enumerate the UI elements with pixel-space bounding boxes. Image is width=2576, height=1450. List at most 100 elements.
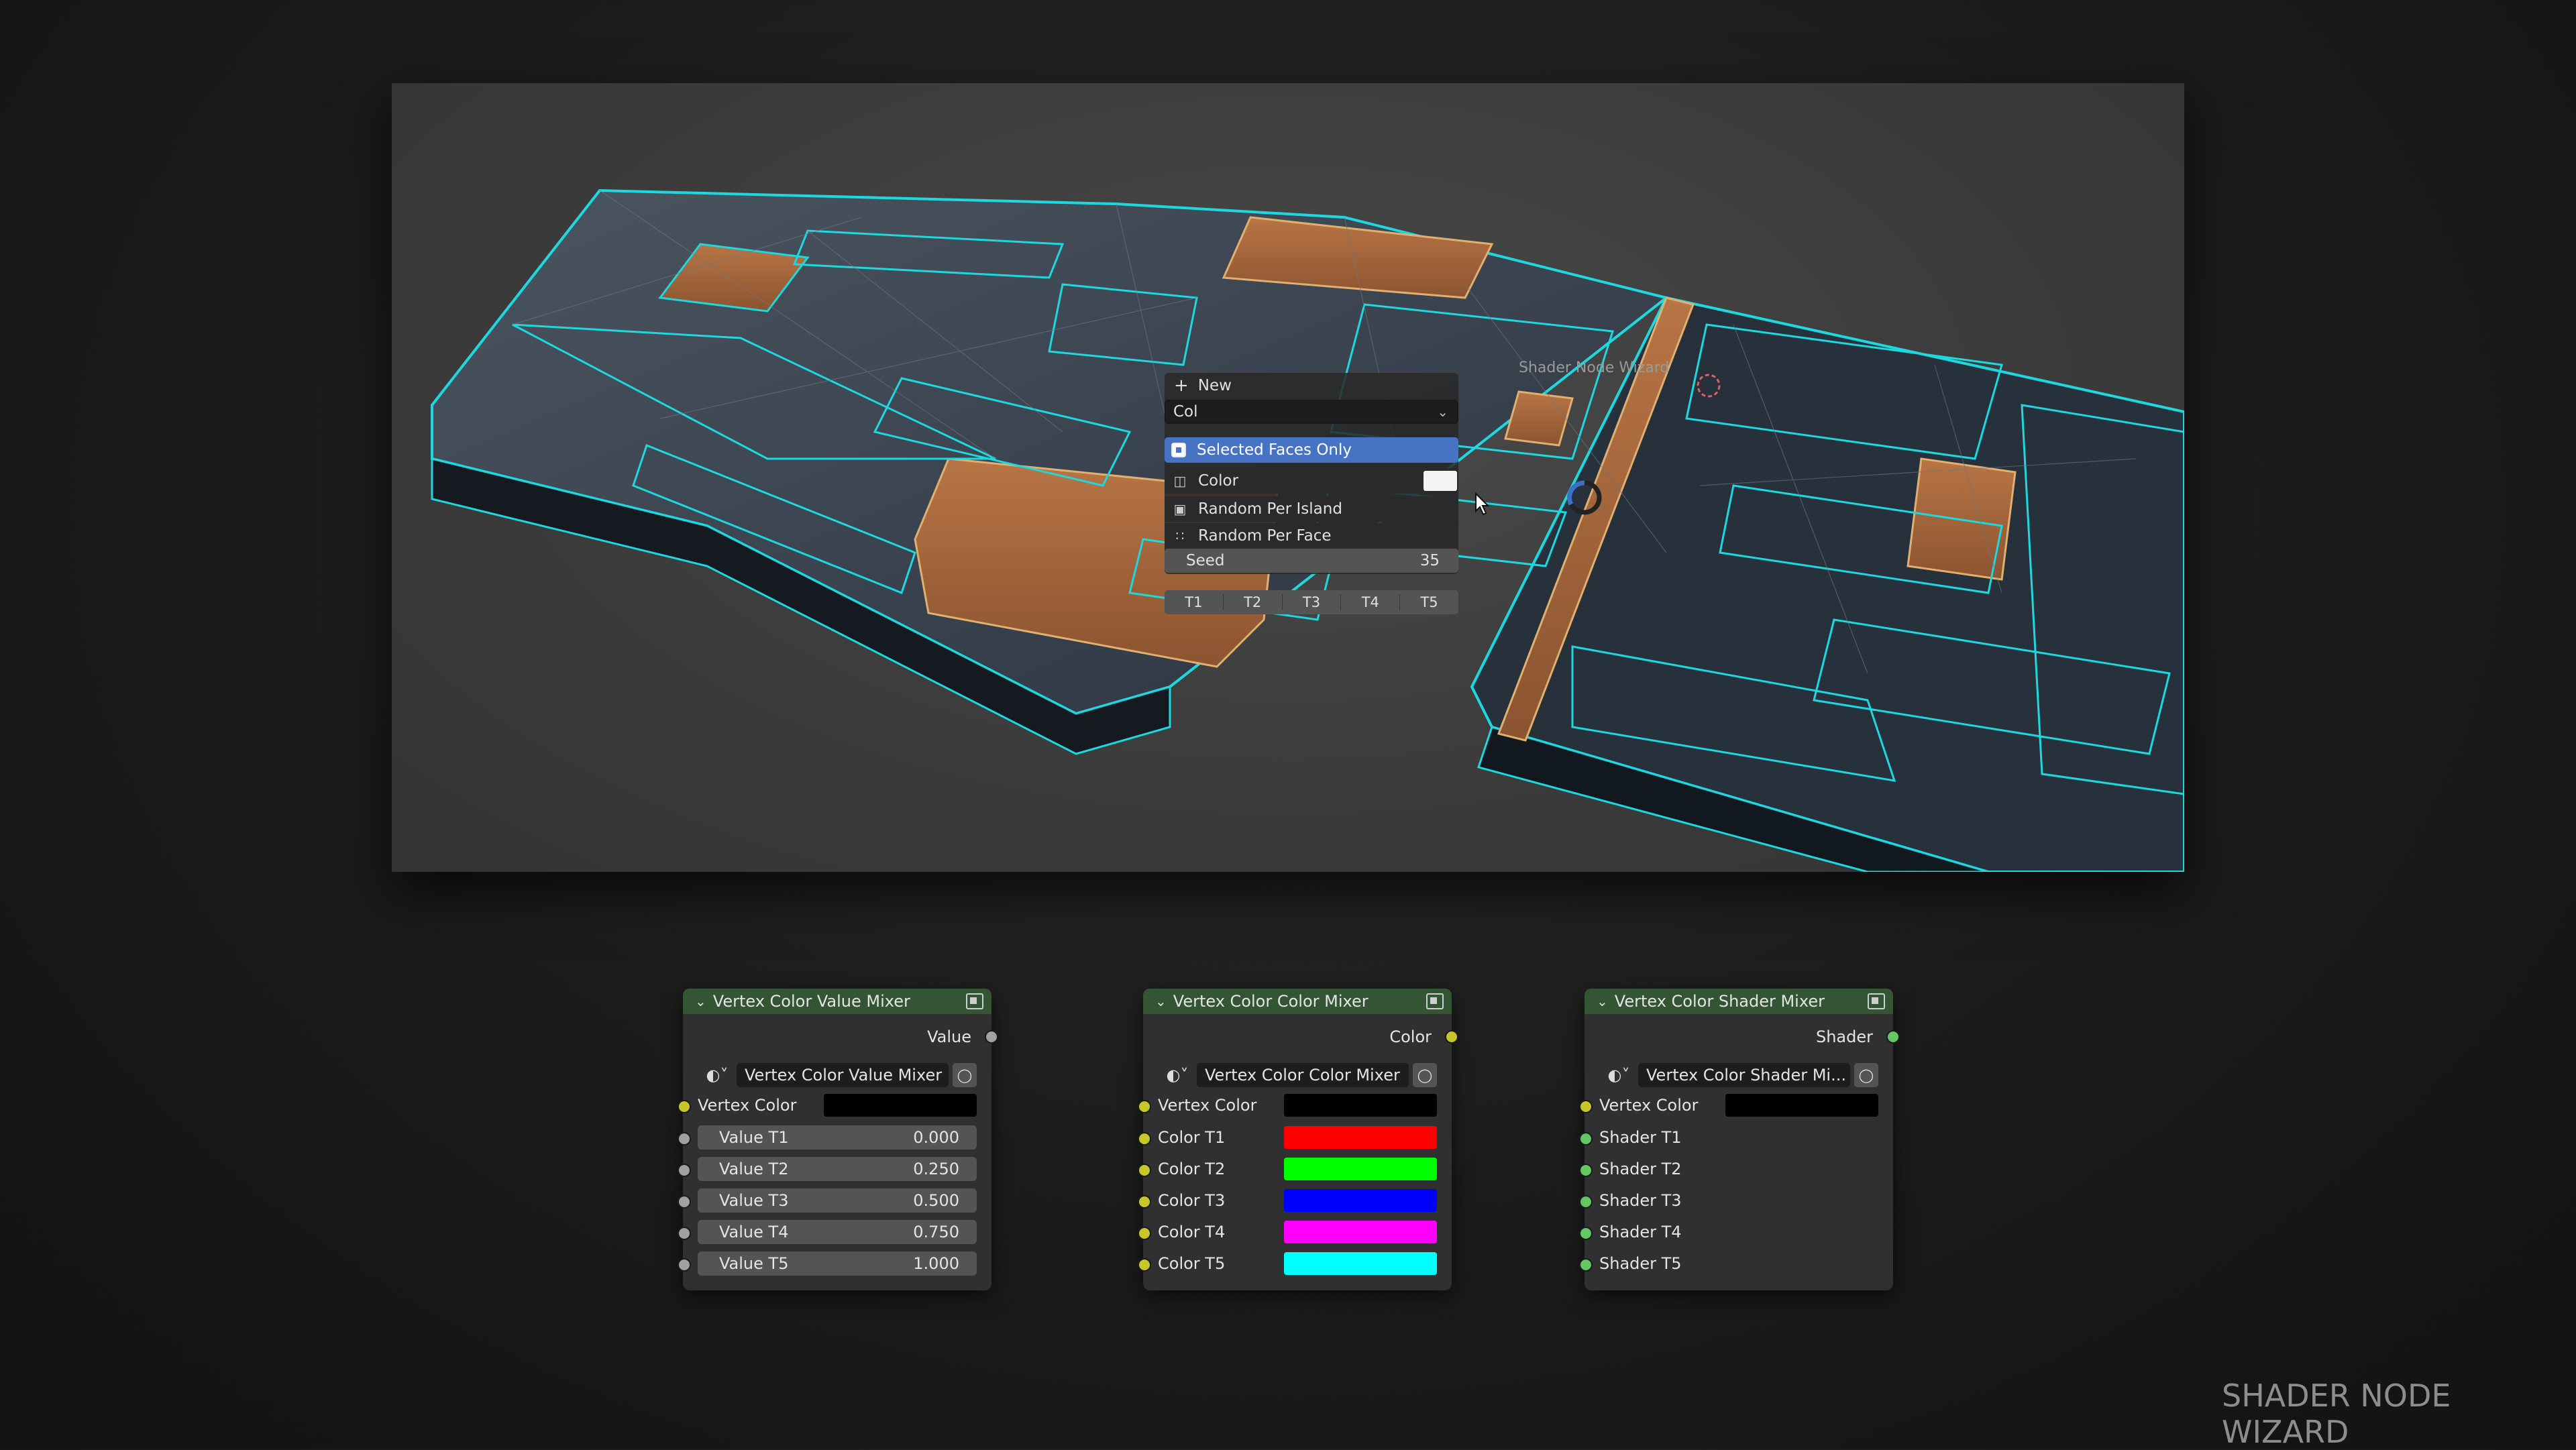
input-socket[interactable] [678, 1195, 691, 1209]
node-header[interactable]: ⌄ Vertex Color Value Mixer [683, 989, 991, 1014]
color-t2-swatch[interactable] [1284, 1158, 1437, 1180]
field-label: Value T3 [719, 1191, 789, 1210]
input-socket[interactable] [1579, 1258, 1593, 1272]
node-group-icon[interactable] [1426, 993, 1444, 1009]
attribute-select[interactable]: Col ⌄ [1165, 400, 1458, 424]
vertex-color-socket[interactable] [1579, 1100, 1593, 1113]
value-mixer-node[interactable]: ⌄ Vertex Color Value Mixer Value ◐˅ Vert… [678, 989, 998, 1290]
input-socket[interactable] [1138, 1227, 1151, 1240]
attribute-value: Col [1173, 403, 1198, 421]
tab-t3[interactable]: T3 [1283, 594, 1342, 610]
vertex-color-swatch[interactable] [824, 1094, 977, 1117]
input-label: Color T4 [1158, 1223, 1226, 1241]
output-socket[interactable] [1886, 1030, 1900, 1044]
3d-viewport[interactable]: Shader Node Wizard + New Col ⌄ Selected … [392, 83, 2184, 872]
3d-cursor-icon [1697, 374, 1721, 398]
random-island-label: Random Per Island [1198, 500, 1342, 518]
input-socket[interactable] [1579, 1227, 1593, 1240]
shader-t4-label: Shader T4 [1599, 1223, 1682, 1241]
color-swatch[interactable] [1424, 471, 1457, 491]
new-button[interactable]: + New [1165, 373, 1458, 398]
field-value: 0.000 [913, 1128, 959, 1147]
vertex-color-swatch[interactable] [1284, 1094, 1437, 1117]
node-group-selector: ◐˅ Vertex Color Value Mixer ◯ [698, 1062, 977, 1088]
vertex-color-label: Vertex Color [698, 1096, 797, 1115]
color-t2-input: Color T2 [1158, 1157, 1437, 1181]
tab-t2[interactable]: T2 [1224, 594, 1283, 610]
fake-user-shield-icon[interactable]: ◯ [1413, 1063, 1437, 1087]
collapse-chevron-icon[interactable]: ⌄ [1597, 993, 1608, 1009]
value-t2-field[interactable]: Value T2 0.250 [698, 1157, 977, 1181]
color-option[interactable]: ◫ Color [1165, 468, 1458, 494]
random-per-island-option[interactable]: ▣ Random Per Island [1165, 496, 1458, 522]
shader-t1-label: Shader T1 [1599, 1128, 1682, 1147]
group-name-field[interactable]: Vertex Color Color Mixer [1197, 1063, 1409, 1087]
value-t1-field[interactable]: Value T1 0.000 [698, 1125, 977, 1150]
input-socket[interactable] [1138, 1258, 1151, 1272]
target-tabs: T1 T2 T3 T4 T5 [1165, 590, 1458, 614]
input-socket[interactable] [1138, 1132, 1151, 1146]
shader-t2-label: Shader T2 [1599, 1160, 1682, 1178]
value-t4-field[interactable]: Value T4 0.750 [698, 1220, 977, 1244]
input-socket[interactable] [678, 1132, 691, 1146]
selected-faces-only-checkbox[interactable]: Selected Faces Only [1165, 437, 1458, 463]
input-socket[interactable] [1579, 1195, 1593, 1209]
node-title: Vertex Color Shader Mixer [1614, 992, 1825, 1011]
tab-t1[interactable]: T1 [1165, 594, 1224, 610]
seed-value: 35 [1419, 552, 1440, 569]
color-mixer-node[interactable]: ⌄ Vertex Color Color Mixer Color ◐˅ Vert… [1138, 989, 1458, 1290]
input-socket[interactable] [1579, 1132, 1593, 1146]
color-t1-swatch[interactable] [1284, 1126, 1437, 1149]
vertex-color-socket[interactable] [678, 1100, 691, 1113]
output-socket[interactable] [985, 1030, 998, 1044]
collapse-chevron-icon[interactable]: ⌄ [1155, 993, 1167, 1009]
tab-t5[interactable]: T5 [1400, 594, 1458, 610]
node-tree-icon[interactable]: ◐˅ [698, 1062, 737, 1088]
plus-icon: + [1174, 376, 1189, 396]
node-header[interactable]: ⌄ Vertex Color Shader Mixer [1585, 989, 1893, 1014]
field-label: Value T4 [719, 1223, 789, 1241]
input-socket[interactable] [1138, 1195, 1151, 1209]
shader-t3-label: Shader T3 [1599, 1191, 1682, 1210]
field-value: 0.750 [913, 1223, 959, 1241]
group-name-field[interactable]: Vertex Color Value Mixer [737, 1063, 949, 1087]
input-socket[interactable] [678, 1164, 691, 1177]
group-name-field[interactable]: Vertex Color Shader Mi... [1638, 1063, 1850, 1087]
node-group-icon[interactable] [1868, 993, 1885, 1009]
color-label: Color [1198, 472, 1239, 490]
field-value: 0.500 [913, 1191, 959, 1210]
color-t5-swatch[interactable] [1284, 1252, 1437, 1275]
input-socket[interactable] [678, 1258, 691, 1272]
loading-spinner-icon [1567, 480, 1602, 515]
random-per-face-option[interactable]: ∷ Random Per Face [1165, 523, 1458, 549]
shader-t5-label: Shader T5 [1599, 1254, 1682, 1273]
shader-mixer-node[interactable]: ⌄ Vertex Color Shader Mixer Shader ◐˅ Ve… [1579, 989, 1900, 1290]
field-label: Value T1 [719, 1128, 789, 1147]
output-socket[interactable] [1445, 1030, 1458, 1044]
input-label: Color T5 [1158, 1254, 1226, 1273]
color-t3-swatch[interactable] [1284, 1189, 1437, 1212]
input-socket[interactable] [1138, 1164, 1151, 1177]
node-tree-icon[interactable]: ◐˅ [1158, 1062, 1197, 1088]
input-label: Color T1 [1158, 1128, 1226, 1147]
seed-field[interactable]: Seed 35 [1165, 549, 1458, 573]
color-t4-swatch[interactable] [1284, 1221, 1437, 1243]
chevron-down-icon: ⌄ [1437, 404, 1448, 420]
paint-bucket-icon: ◫ [1173, 473, 1187, 489]
node-header[interactable]: ⌄ Vertex Color Color Mixer [1143, 989, 1452, 1014]
collapse-chevron-icon[interactable]: ⌄ [695, 993, 706, 1009]
input-socket[interactable] [1579, 1164, 1593, 1177]
selected-faces-label: Selected Faces Only [1197, 441, 1352, 459]
island-icon: ▣ [1173, 501, 1187, 517]
value-t5-field[interactable]: Value T5 1.000 [698, 1251, 977, 1276]
fake-user-shield-icon[interactable]: ◯ [953, 1063, 977, 1087]
tab-t4[interactable]: T4 [1341, 594, 1401, 610]
node-tree-icon[interactable]: ◐˅ [1599, 1062, 1638, 1088]
input-socket[interactable] [678, 1227, 691, 1240]
vertex-color-socket[interactable] [1138, 1100, 1151, 1113]
fake-user-shield-icon[interactable]: ◯ [1854, 1063, 1878, 1087]
face-dots-icon: ∷ [1175, 528, 1185, 544]
vertex-color-swatch[interactable] [1725, 1094, 1878, 1117]
node-group-icon[interactable] [966, 993, 983, 1009]
value-t3-field[interactable]: Value T3 0.500 [698, 1188, 977, 1213]
